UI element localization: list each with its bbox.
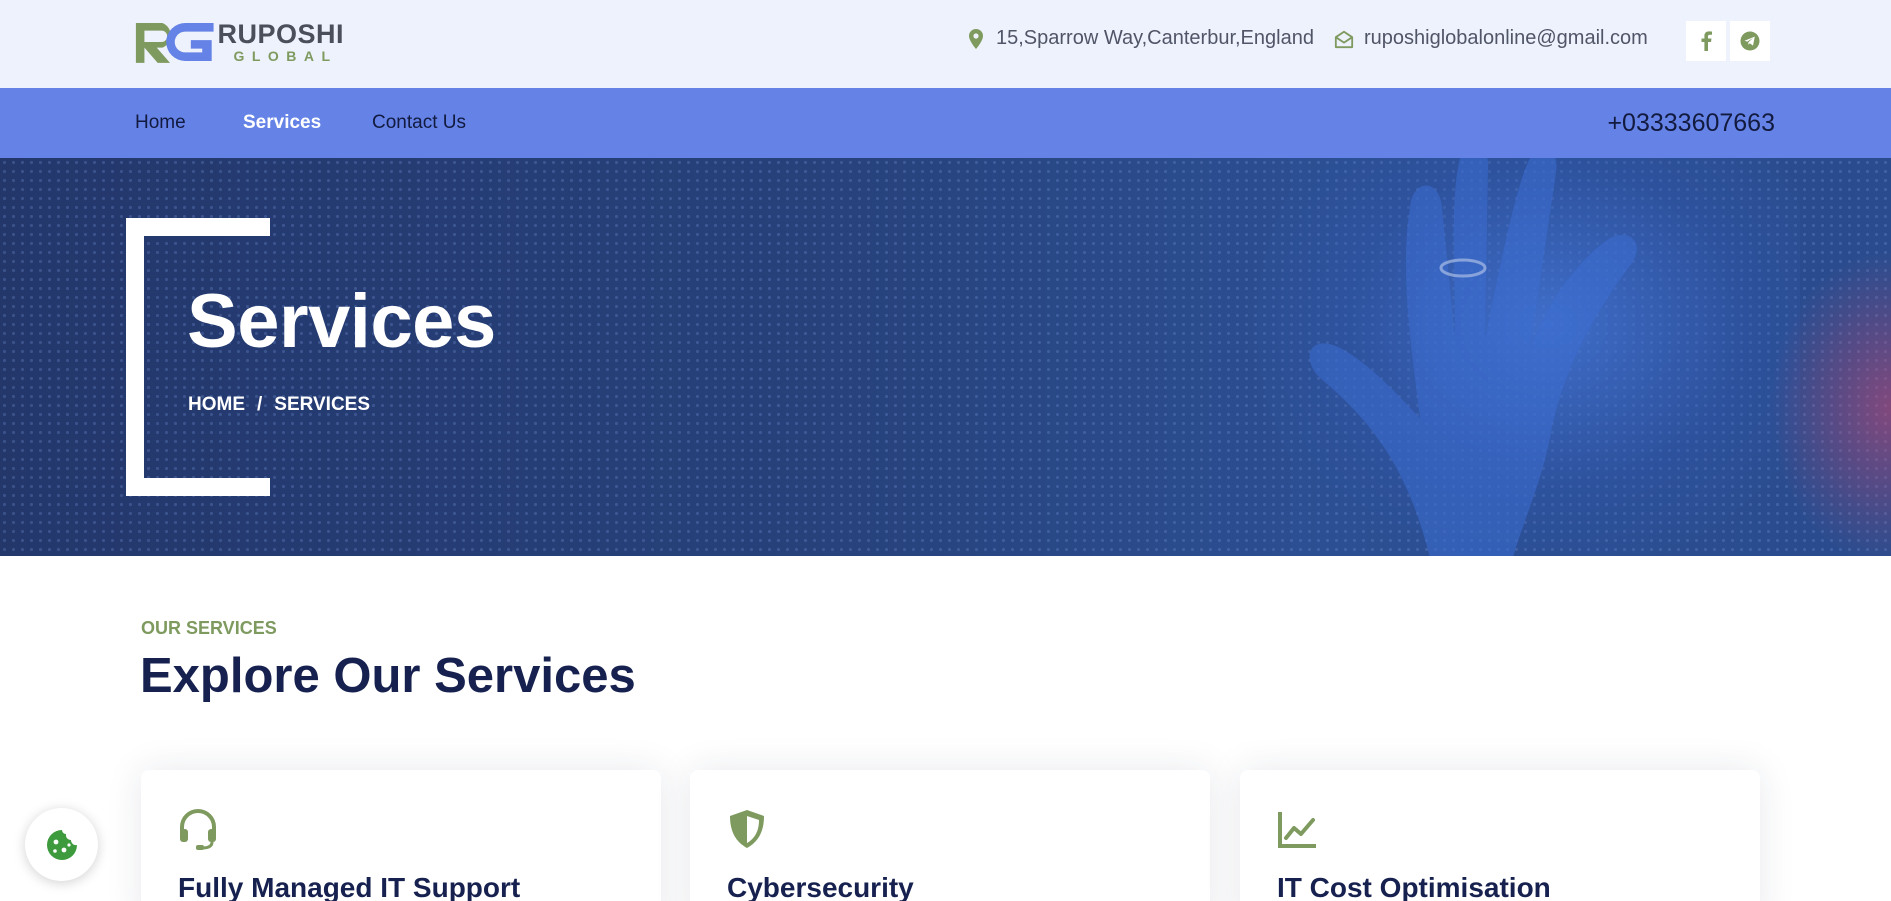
email-text: ruposhiglobalonline@gmail.com [1364,27,1648,49]
map-pin-icon [969,28,983,49]
top-bar: RUPOSHI GLOBAL 15,Sparrow Way,Canterbur,… [0,0,1891,88]
service-card-managed-it-support[interactable]: Fully Managed IT Support [141,770,661,901]
service-card-it-cost-optimisation[interactable]: IT Cost Optimisation [1240,770,1760,901]
section-eyebrow: OUR SERVICES [141,618,277,638]
main-navigation: Home Services Contact Us +03333607663 [0,88,1891,158]
breadcrumb-current: SERVICES [274,394,371,415]
service-card-title: Cybersecurity [727,872,914,901]
telegram-icon [1740,31,1760,51]
shield-icon [730,810,764,848]
logo-name: RUPOSHI [217,19,344,49]
cookie-settings-button[interactable] [25,808,98,881]
facebook-icon [1701,31,1712,51]
hero-background-accent [1760,238,1891,556]
breadcrumb-home[interactable]: HOME [188,394,245,416]
site-logo[interactable]: RUPOSHI GLOBAL [134,18,344,66]
hand-silhouette-image [1309,158,1637,556]
phone-number-link[interactable]: +03333607663 [1607,109,1775,138]
line-chart-icon [1278,812,1316,848]
logo-subtitle: GLOBAL [233,48,338,64]
breadcrumb: HOME / SERVICES [188,394,370,416]
section-title: Explore Our Services [140,649,636,703]
telegram-button[interactable] [1730,21,1770,61]
breadcrumb-separator: / [257,394,263,415]
cookie-icon [46,829,77,860]
email-link[interactable]: ruposhiglobalonline@gmail.com [1334,27,1648,50]
service-card-title: IT Cost Optimisation [1277,872,1551,901]
page-title: Services [187,279,496,364]
envelope-open-icon [1334,30,1354,48]
headset-icon [180,809,216,850]
service-card-title: Fully Managed IT Support [178,872,521,901]
logo-mark-icon [135,23,214,63]
nav-services[interactable]: Services [243,112,321,134]
service-card-cybersecurity[interactable]: Cybersecurity [690,770,1210,901]
address-text: 15,Sparrow Way,Canterbur,England [996,27,1314,49]
nav-contact-us[interactable]: Contact Us [372,112,466,134]
nav-home[interactable]: Home [135,112,186,134]
address-info: 15,Sparrow Way,Canterbur,England [966,27,1314,50]
page-hero: Services HOME / SERVICES [0,158,1891,556]
facebook-button[interactable] [1686,21,1726,61]
